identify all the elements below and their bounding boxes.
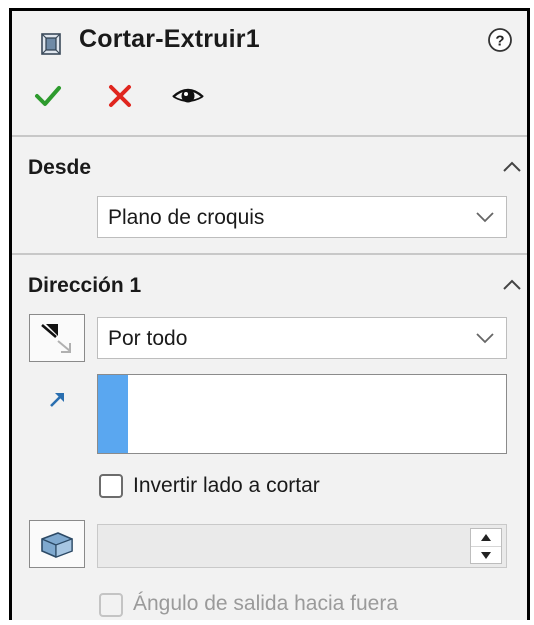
- reverse-direction-arrow-icon: [41, 324, 71, 353]
- cancel-button[interactable]: [102, 79, 138, 113]
- collapse-desde-chevron-up-icon[interactable]: [499, 157, 525, 177]
- offset-surface-button[interactable]: [29, 520, 85, 568]
- invert-side-label[interactable]: Invertir lado a cortar: [133, 474, 320, 498]
- draft-outward-label: Ángulo de salida hacia fuera: [133, 592, 399, 615]
- cut-extrude-feature-icon: [40, 31, 64, 57]
- separator: [12, 253, 527, 255]
- feature-title: Cortar-Extruir1: [79, 25, 260, 53]
- desde-select-value: Plano de croquis: [108, 206, 265, 229]
- depth-spinner[interactable]: [97, 524, 507, 568]
- svg-text:?: ?: [495, 33, 504, 50]
- selection-active-indicator: [98, 375, 128, 453]
- chevron-down-icon: [474, 331, 496, 345]
- eye-icon: [172, 88, 204, 103]
- separator: [12, 135, 527, 137]
- collapse-direccion-1-chevron-up-icon[interactable]: [499, 275, 525, 295]
- end-condition-select[interactable]: Por todo: [97, 317, 507, 359]
- direction-arrow-icon: [46, 387, 70, 411]
- end-condition-value: Por todo: [108, 327, 188, 350]
- draft-outward-checkbox: [99, 593, 123, 617]
- section-title-desde: Desde: [28, 156, 92, 179]
- direction-selection-box[interactable]: [97, 374, 507, 454]
- desde-select[interactable]: Plano de croquis: [97, 196, 507, 238]
- property-manager-panel: Cortar-Extruir1 ? Desde Plano de croquis…: [9, 8, 530, 620]
- invert-side-checkbox[interactable]: [99, 474, 123, 498]
- chevron-down-icon: [474, 210, 496, 224]
- spinner-up-button[interactable]: [471, 529, 501, 546]
- reverse-direction-button[interactable]: [29, 314, 85, 362]
- spinner-buttons: [470, 528, 502, 564]
- help-icon[interactable]: ?: [487, 27, 513, 53]
- ok-button[interactable]: [30, 79, 66, 113]
- spinner-down-button[interactable]: [471, 546, 501, 564]
- section-title-direccion-1: Dirección 1: [28, 274, 142, 297]
- preview-eye-button[interactable]: [170, 79, 206, 113]
- extrude-body-icon: [41, 532, 73, 558]
